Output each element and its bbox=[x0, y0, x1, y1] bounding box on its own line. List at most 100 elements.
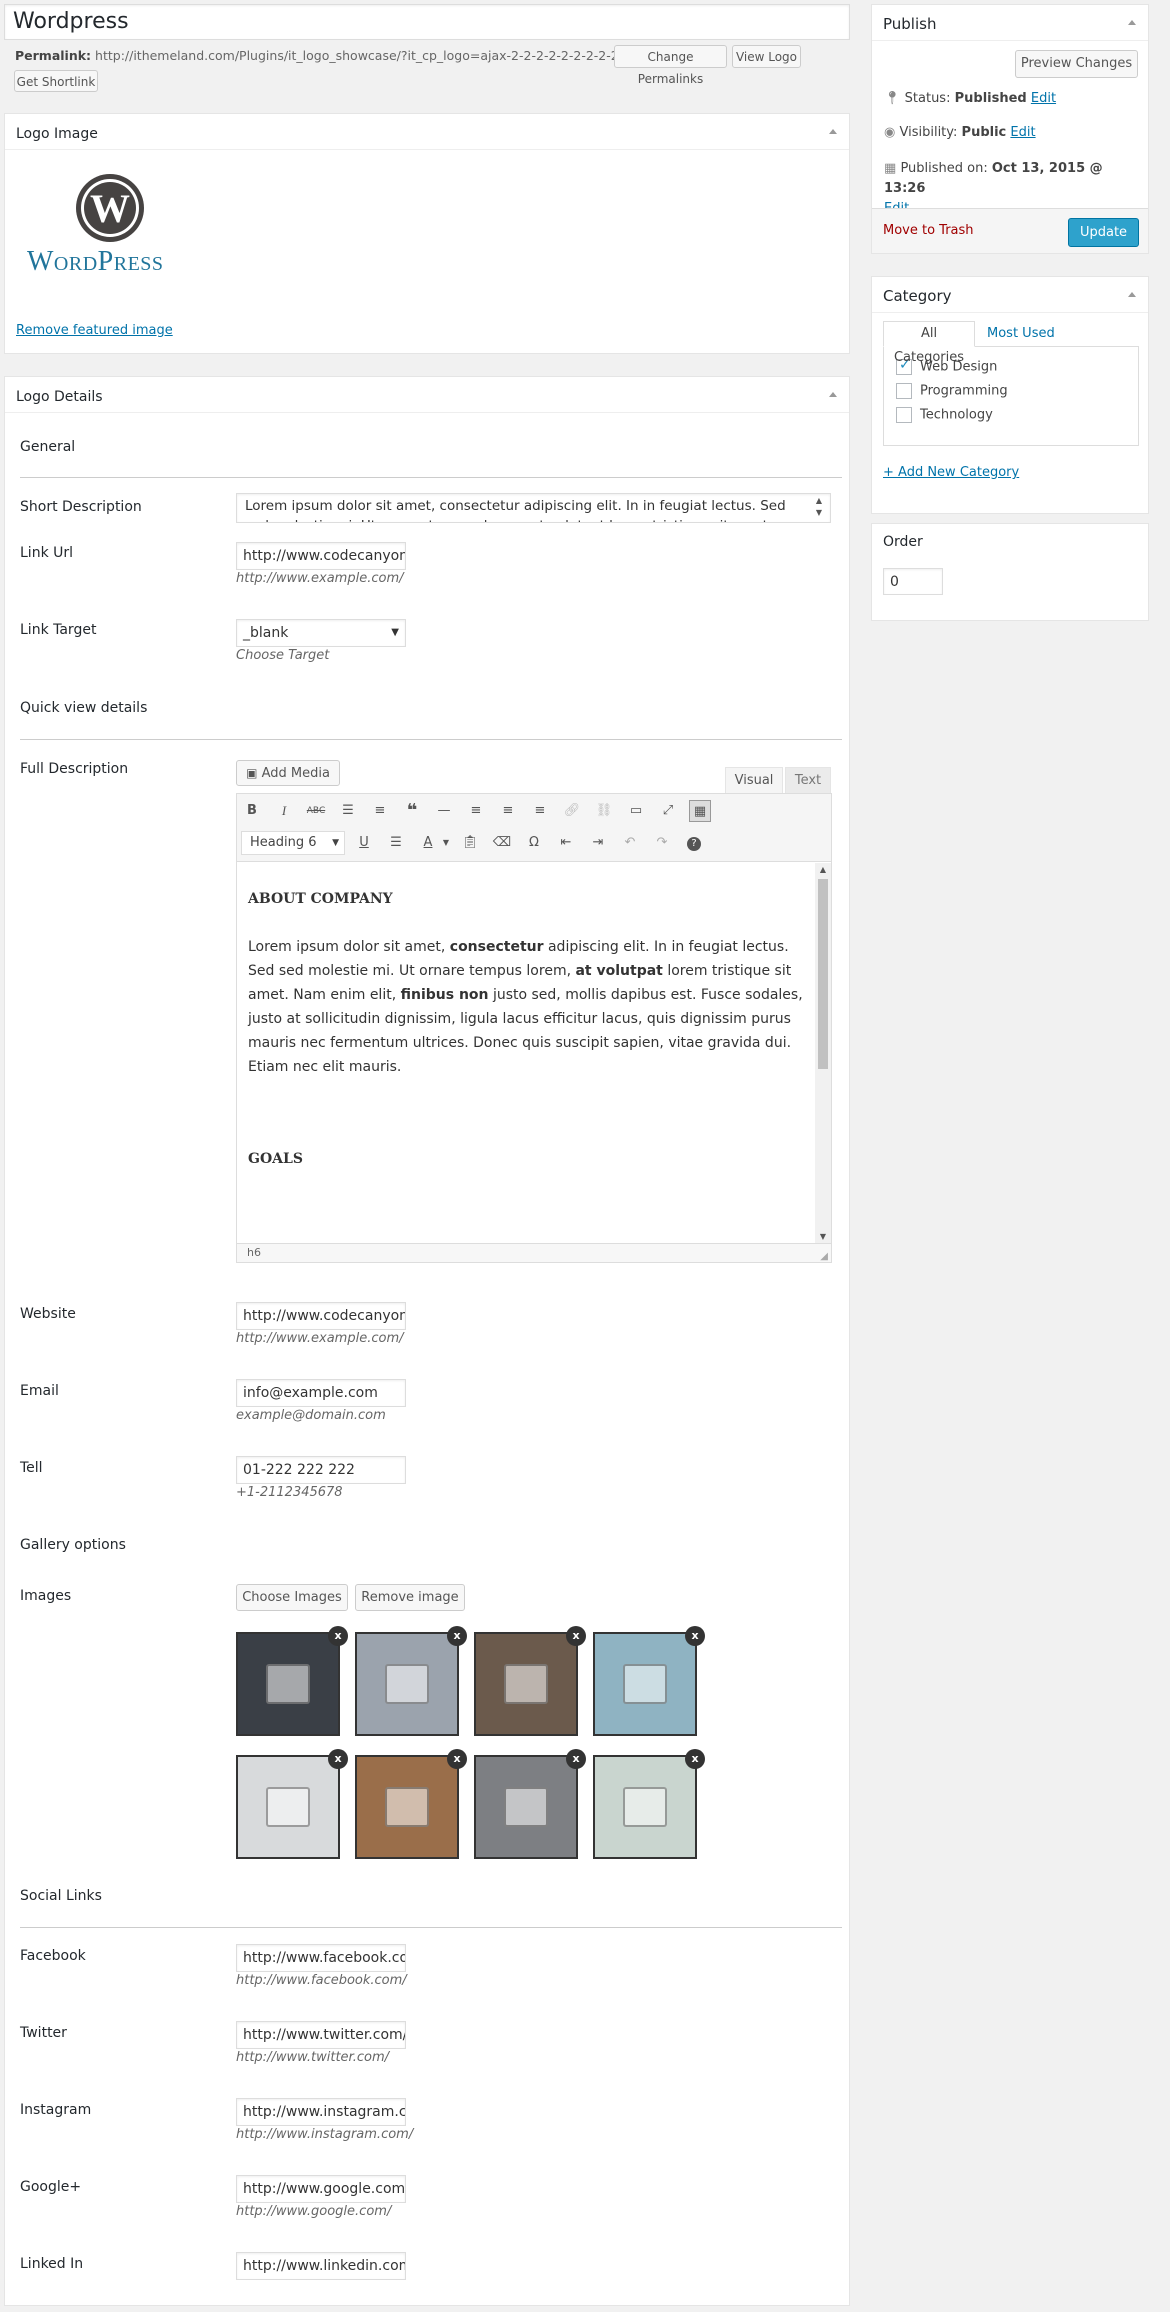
link-target-select[interactable]: _blank ▼ bbox=[236, 619, 406, 647]
gallery-thumbnail-phone-earbuds[interactable] bbox=[236, 1632, 340, 1736]
update-button[interactable]: Update bbox=[1068, 218, 1139, 247]
gallery-thumbnail-typing-laptop[interactable] bbox=[474, 1632, 578, 1736]
collapse-arrow-icon[interactable] bbox=[829, 129, 837, 134]
collapse-arrow-icon[interactable] bbox=[1128, 20, 1136, 25]
twitter-input[interactable]: http://www.twitter.com/ bbox=[236, 2021, 406, 2049]
gallery-thumbnail-phone-keyboard[interactable] bbox=[474, 1755, 578, 1859]
indent-icon[interactable]: ⇥ bbox=[587, 832, 609, 854]
publish-box: Publish Preview Changes 📍︎ Status: Publi… bbox=[871, 4, 1149, 254]
textarea-scroll-arrows[interactable]: ▲ ▼ bbox=[811, 495, 827, 521]
tab-all-categories[interactable]: All Categories bbox=[883, 321, 975, 365]
linkedin-input[interactable]: http://www.linkedin.com/ bbox=[236, 2252, 406, 2280]
pin-icon: 📍︎ bbox=[884, 91, 901, 106]
remove-thumbnail-icon[interactable]: x bbox=[447, 1626, 467, 1646]
status-edit-link[interactable]: Edit bbox=[1031, 91, 1056, 106]
google-plus-input[interactable]: http://www.google.com/ bbox=[236, 2175, 406, 2203]
category-checkbox[interactable] bbox=[896, 383, 912, 399]
scroll-down-icon[interactable]: ▼ bbox=[815, 1232, 831, 1241]
format-select[interactable]: Heading 6 ▼ bbox=[241, 831, 345, 855]
remove-thumbnail-icon[interactable]: x bbox=[566, 1626, 586, 1646]
redo-icon[interactable]: ↷ bbox=[651, 832, 673, 854]
help-icon[interactable]: ? bbox=[683, 832, 705, 854]
category-header[interactable]: Category bbox=[872, 277, 1148, 313]
strikethrough-icon[interactable]: ABC bbox=[305, 800, 327, 822]
text-color-caret-icon[interactable]: ▼ bbox=[435, 832, 457, 854]
website-input[interactable]: http://www.codecanyon.net bbox=[236, 1302, 406, 1330]
link-url-input[interactable]: http://www.codecanyon.net bbox=[236, 542, 406, 570]
remove-thumbnail-icon[interactable]: x bbox=[447, 1749, 467, 1769]
short-description-textarea[interactable]: Lorem ipsum dolor sit amet, consectetur … bbox=[236, 493, 831, 523]
remove-thumbnail-icon[interactable]: x bbox=[566, 1749, 586, 1769]
editor-content[interactable]: ABOUT COMPANY Lorem ipsum dolor sit amet… bbox=[237, 863, 815, 1243]
paste-text-icon[interactable]: 📋︎ bbox=[459, 832, 481, 854]
featured-logo-image[interactable]: W WordPress bbox=[25, 174, 195, 284]
undo-icon[interactable]: ↶ bbox=[619, 832, 641, 854]
remove-thumbnail-icon[interactable]: x bbox=[685, 1626, 705, 1646]
editor-scrollbar[interactable]: ▲ ▼ bbox=[815, 863, 831, 1243]
visibility-edit-link[interactable]: Edit bbox=[1010, 125, 1035, 140]
toolbar-toggle-icon[interactable]: ▦ bbox=[689, 800, 711, 822]
clear-formatting-icon[interactable]: ⌫ bbox=[491, 832, 513, 854]
special-character-icon[interactable]: Ω bbox=[523, 832, 545, 854]
insert-link-icon[interactable]: 🔗︎ bbox=[561, 800, 583, 822]
view-logo-button[interactable]: View Logo bbox=[732, 45, 801, 68]
numbered-list-icon[interactable]: ≡ bbox=[369, 800, 391, 822]
add-new-category-link[interactable]: + Add New Category bbox=[883, 465, 1019, 480]
horizontal-line-icon[interactable]: — bbox=[433, 800, 455, 822]
change-permalinks-button[interactable]: Change Permalinks bbox=[614, 45, 727, 86]
get-shortlink-button[interactable]: Get Shortlink bbox=[14, 70, 98, 92]
divider bbox=[20, 739, 842, 740]
remove-thumbnail-icon[interactable]: x bbox=[328, 1626, 348, 1646]
underline-icon[interactable]: U bbox=[353, 832, 375, 854]
remove-image-button[interactable]: Remove image bbox=[355, 1584, 465, 1611]
move-to-trash-link[interactable]: Move to Trash bbox=[883, 223, 974, 238]
publish-header[interactable]: Publish bbox=[872, 5, 1148, 41]
remove-thumbnail-icon[interactable]: x bbox=[685, 1749, 705, 1769]
gallery-thumbnail-imac[interactable] bbox=[593, 1755, 697, 1859]
bullet-list-icon[interactable]: ☰ bbox=[337, 800, 359, 822]
logo-details-header[interactable]: Logo Details bbox=[5, 377, 849, 413]
outdent-icon[interactable]: ⇤ bbox=[555, 832, 577, 854]
scroll-thumb[interactable] bbox=[818, 879, 828, 1069]
facebook-input[interactable]: http://www.facebook.com/ bbox=[236, 1944, 406, 1972]
choose-images-button[interactable]: Choose Images bbox=[236, 1584, 348, 1611]
align-center-icon[interactable]: ≡ bbox=[497, 800, 519, 822]
remove-featured-image-link[interactable]: Remove featured image bbox=[16, 323, 173, 338]
resize-handle-icon[interactable]: ◢ bbox=[820, 1251, 828, 1262]
permalink-url[interactable]: http://ithemeland.com/Plugins/it_logo_sh… bbox=[95, 48, 656, 63]
tab-text[interactable]: Text bbox=[785, 767, 831, 793]
category-checkbox[interactable] bbox=[896, 407, 912, 423]
tell-hint: +1-2112345678 bbox=[236, 1485, 343, 1500]
bold-icon[interactable]: B bbox=[241, 800, 263, 822]
align-left-icon[interactable]: ≡ bbox=[465, 800, 487, 822]
publish-title: Publish bbox=[883, 15, 937, 33]
gallery-thumbnail-laptop-desk[interactable] bbox=[355, 1632, 459, 1736]
gallery-thumbnail-phone-hand[interactable] bbox=[593, 1632, 697, 1736]
blockquote-icon[interactable]: ❝ bbox=[401, 800, 423, 822]
order-input[interactable]: 0 bbox=[883, 568, 943, 595]
italic-icon[interactable]: I bbox=[273, 800, 295, 822]
gallery-thumbnail-keyboard-wood[interactable] bbox=[355, 1755, 459, 1859]
category-item[interactable]: Programming bbox=[896, 383, 1008, 399]
post-title-input[interactable]: Wordpress bbox=[4, 4, 850, 40]
instagram-input[interactable]: http://www.instagram.com/ bbox=[236, 2098, 406, 2126]
email-input[interactable]: info@example.com bbox=[236, 1379, 406, 1407]
collapse-arrow-icon[interactable] bbox=[1128, 292, 1136, 297]
remove-thumbnail-icon[interactable]: x bbox=[328, 1749, 348, 1769]
justify-icon[interactable]: ☰ bbox=[385, 832, 407, 854]
align-right-icon[interactable]: ≡ bbox=[529, 800, 551, 822]
scroll-up-icon[interactable]: ▲ bbox=[815, 865, 831, 874]
remove-link-icon[interactable]: ⛓︎ bbox=[593, 800, 615, 822]
preview-changes-button[interactable]: Preview Changes bbox=[1015, 50, 1138, 78]
link-url-label: Link Url bbox=[20, 545, 74, 561]
read-more-icon[interactable]: ▭ bbox=[625, 800, 647, 822]
tab-most-used[interactable]: Most Used bbox=[987, 326, 1055, 341]
collapse-arrow-icon[interactable] bbox=[829, 392, 837, 397]
fullscreen-icon[interactable]: ⤢ bbox=[657, 800, 679, 822]
logo-image-header[interactable]: Logo Image bbox=[5, 114, 849, 150]
category-item[interactable]: Technology bbox=[896, 407, 993, 423]
gallery-thumbnail-tablet[interactable] bbox=[236, 1755, 340, 1859]
add-media-button[interactable]: ▣ Add Media bbox=[236, 760, 340, 786]
tell-input[interactable]: 01-222 222 222 bbox=[236, 1456, 406, 1484]
tab-visual[interactable]: Visual bbox=[725, 767, 783, 793]
